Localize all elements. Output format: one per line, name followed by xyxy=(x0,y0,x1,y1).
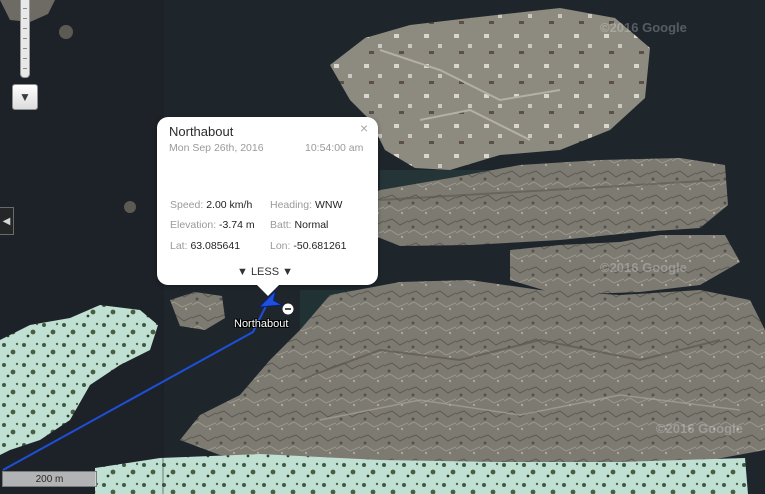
elevation-label: Elevation: xyxy=(170,219,217,231)
less-toggle-button[interactable]: ▼ LESS ▼ xyxy=(237,266,293,278)
popup-pointer xyxy=(256,284,280,296)
chevron-left-icon: ◀ xyxy=(2,215,11,227)
longitude-value: -50.681261 xyxy=(293,240,347,252)
scale-label: 200 m xyxy=(35,473,64,485)
map-scale-bar: 200 m xyxy=(2,471,97,487)
minus-circle-icon xyxy=(281,302,295,316)
speed-field: Speed: 2.00 km/h xyxy=(170,199,252,211)
latitude-value: 63.085641 xyxy=(190,240,241,252)
close-icon[interactable]: × xyxy=(360,120,368,136)
popup-title: Northabout xyxy=(169,124,234,139)
satellite-map[interactable] xyxy=(0,0,765,494)
speed-label: Speed: xyxy=(170,199,204,211)
heading-value: WNW xyxy=(314,199,343,211)
side-panel-toggle[interactable]: ◀ xyxy=(0,207,14,235)
longitude-label: Lon: xyxy=(270,240,291,252)
battery-value: Normal xyxy=(294,219,329,231)
elevation-value: -3.74 m xyxy=(219,219,255,231)
heading-label: Heading: xyxy=(270,199,313,211)
popup-date: Mon Sep 26th, 2016 xyxy=(169,142,264,154)
battery-label: Batt: xyxy=(270,219,292,231)
map-attribution-watermark: ©2016 Google xyxy=(600,260,687,275)
map-attribution-watermark: ©2016 Google xyxy=(656,421,743,436)
info-popup: Northabout × Mon Sep 26th, 2016 10:54:00… xyxy=(157,117,378,285)
battery-field: Batt: Normal xyxy=(270,219,328,231)
heading-field: Heading: WNW xyxy=(270,199,342,211)
popup-time: 10:54:00 am xyxy=(305,142,364,154)
longitude-field: Lon: -50.681261 xyxy=(270,240,347,252)
elevation-field: Elevation: -3.74 m xyxy=(170,219,255,231)
map-attribution-watermark: ©2016 Google xyxy=(600,20,687,35)
chevron-down-icon: ▼ xyxy=(19,90,31,104)
zoom-out-button[interactable]: ▼ xyxy=(12,84,38,110)
marker-label[interactable]: Northabout xyxy=(234,318,288,330)
latitude-field: Lat: 63.085641 xyxy=(170,240,240,252)
speed-value: 2.00 km/h xyxy=(206,199,253,211)
zoom-slider-track[interactable] xyxy=(20,0,30,78)
latitude-label: Lat: xyxy=(170,240,188,252)
